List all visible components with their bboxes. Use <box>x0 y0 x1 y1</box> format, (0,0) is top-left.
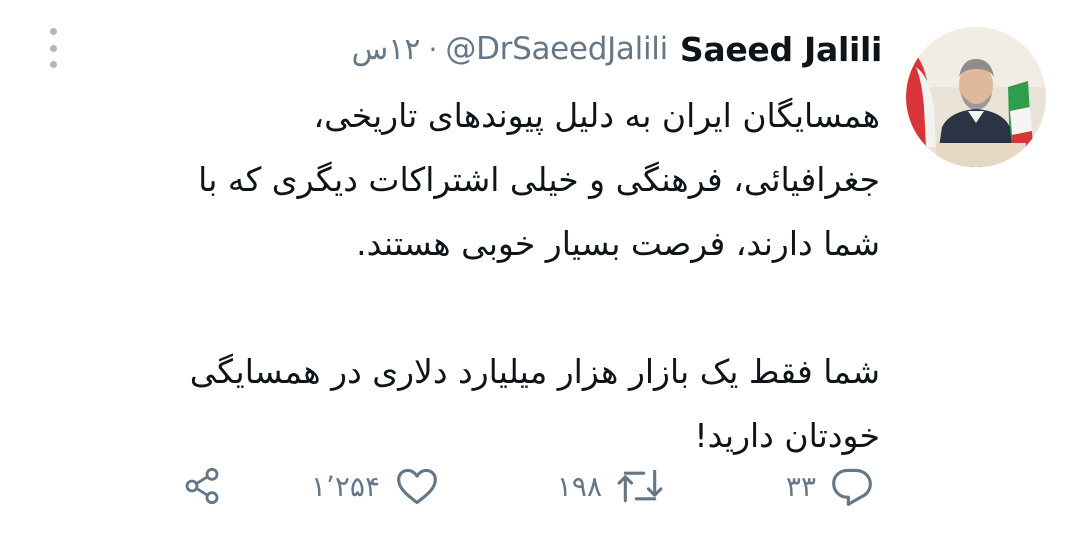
separator-dot: · <box>428 32 438 66</box>
user-handle[interactable]: @DrSaeedJalili <box>445 31 668 67</box>
like-button[interactable]: ۱٬۲۵۴ <box>311 456 440 516</box>
reply-icon <box>830 464 874 508</box>
tweet-header: Saeed Jalili @DrSaeedJalili · ۱۲س <box>352 24 883 74</box>
more-dot <box>49 44 57 52</box>
retweet-count: ۱۹۸ <box>556 469 602 503</box>
more-options-icon[interactable] <box>42 28 64 68</box>
share-icon <box>182 466 222 506</box>
tweet-line: جغرافیائی، فرهنگی و خیلی اشتراکات دیگری … <box>198 160 880 199</box>
more-dot <box>49 61 57 68</box>
avatar[interactable] <box>906 27 1046 167</box>
tweet-text: همسایگان ایران به دلیل پیوندهای تاریخی، … <box>60 84 880 468</box>
action-bar: ۳۳ ۱۹۸ ۱٬۲۵۴ <box>0 456 1080 516</box>
more-dot <box>49 28 57 35</box>
like-count: ۱٬۲۵۴ <box>310 469 380 503</box>
display-name[interactable]: Saeed Jalili <box>680 30 882 69</box>
tweet-line: همسایگان ایران به دلیل پیوندهای تاریخی، <box>313 96 880 135</box>
share-button[interactable] <box>182 456 222 516</box>
reply-count: ۳۳ <box>785 469 816 503</box>
timestamp[interactable]: ۱۲س <box>352 32 421 67</box>
reply-button[interactable]: ۳۳ <box>786 456 874 516</box>
heart-icon <box>394 464 440 508</box>
tweet-line: شما دارند، فرصت بسیار خوبی هستند. <box>356 224 880 263</box>
tweet-line: شما فقط یک بازار هزار میلیارد دلاری در ه… <box>189 352 880 391</box>
retweet-icon <box>616 464 664 508</box>
retweet-button[interactable]: ۱۹۸ <box>557 456 664 516</box>
